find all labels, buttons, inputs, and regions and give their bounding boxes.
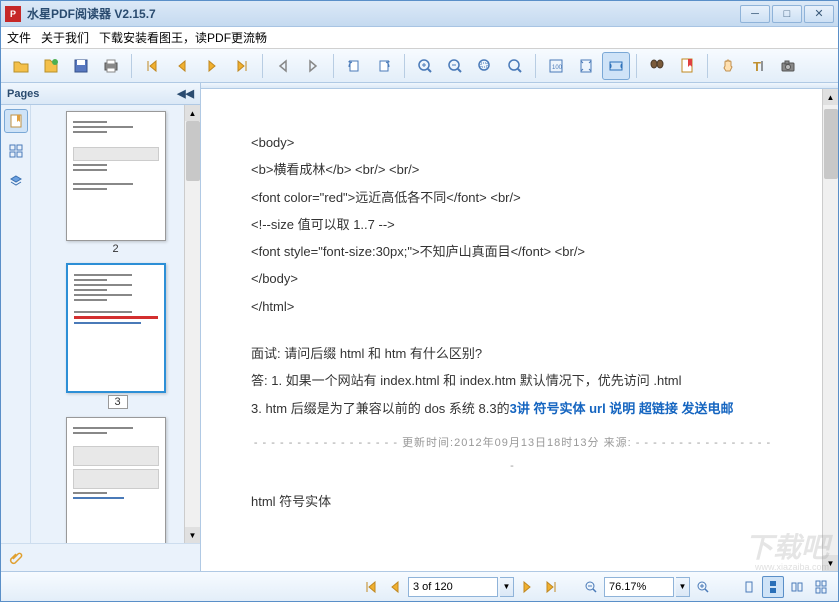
zoom-out-button[interactable] xyxy=(441,52,469,80)
titlebar: P 水星PDF阅读器 V2.15.7 ─ □ ✕ xyxy=(1,1,838,27)
fit-page-button[interactable] xyxy=(572,52,600,80)
text-line: html 符号实体 xyxy=(251,488,774,515)
scroll-down-icon[interactable]: ▼ xyxy=(185,527,200,543)
open-button[interactable] xyxy=(7,52,35,80)
menu-promo[interactable]: 下载安装看图王，读PDF更流畅 xyxy=(99,29,267,46)
svg-text:T: T xyxy=(753,59,761,74)
maximize-button[interactable]: □ xyxy=(772,5,802,23)
text-line: 答: 1. 如果一个网站有 index.html 和 index.htm 默认情… xyxy=(251,367,774,394)
link-text[interactable]: 3讲 符号实体 url 说明 超链接 发送电邮 xyxy=(510,401,734,416)
zoom-selection-button[interactable] xyxy=(471,52,499,80)
pages-panel-header: Pages ◀◀ xyxy=(1,83,200,105)
thumb-num: 3 xyxy=(108,395,128,409)
thumbnail-page-3[interactable]: 3 xyxy=(66,263,166,409)
pages-panel-title: Pages xyxy=(7,88,39,100)
prev-page-button[interactable] xyxy=(168,52,196,80)
code-line: <b>横看成林</b> <br/> <br/> xyxy=(251,156,774,183)
window-title: 水星PDF阅读器 V2.15.7 xyxy=(27,5,740,22)
scroll-up-icon[interactable]: ▲ xyxy=(823,89,838,105)
page-dropdown[interactable]: ▼ xyxy=(500,577,514,597)
save-button[interactable] xyxy=(67,52,95,80)
code-line: <font style="font-size:30px;">不知庐山真面目</f… xyxy=(251,238,774,265)
sidebar: Pages ◀◀ 2 3 xyxy=(1,83,201,571)
meta-line: - - - - - - - - - - - - - - - - - 更新时间:2… xyxy=(251,432,774,478)
viewer-scrollbar[interactable]: ▲ ▼ xyxy=(822,89,838,571)
next-page-button[interactable] xyxy=(198,52,226,80)
thumbnail-page-4[interactable] xyxy=(66,417,166,543)
code-line: <body> xyxy=(251,129,774,156)
menubar: 文件 关于我们 下载安装看图王，读PDF更流畅 xyxy=(1,27,838,49)
view-facing-button[interactable] xyxy=(786,576,808,598)
document-viewport[interactable]: <body> <b>横看成林</b> <br/> <br/> <font col… xyxy=(201,89,838,571)
view-facing-cont-button[interactable] xyxy=(810,576,832,598)
view-single-button[interactable] xyxy=(738,576,760,598)
text-select-button[interactable]: T xyxy=(744,52,772,80)
page-content: <body> <b>横看成林</b> <br/> <br/> <font col… xyxy=(201,89,824,571)
rotate-right-button[interactable] xyxy=(370,52,398,80)
new-button[interactable] xyxy=(37,52,65,80)
find-button[interactable] xyxy=(643,52,671,80)
menu-about[interactable]: 关于我们 xyxy=(41,29,89,46)
code-line: </html> xyxy=(251,293,774,320)
minimize-button[interactable]: ─ xyxy=(740,5,770,23)
thumbnail-page-2[interactable]: 2 xyxy=(66,111,166,255)
zoom-input[interactable]: 76.17% xyxy=(604,577,674,597)
forward-button[interactable] xyxy=(299,52,327,80)
zoom-in-button[interactable] xyxy=(411,52,439,80)
code-line: </body> xyxy=(251,265,774,292)
status-first-button[interactable] xyxy=(360,576,382,598)
app-icon: P xyxy=(5,6,21,22)
close-button[interactable]: ✕ xyxy=(804,5,834,23)
status-zoomout-button[interactable] xyxy=(580,576,602,598)
scroll-thumb[interactable] xyxy=(824,109,838,179)
layers-tab[interactable] xyxy=(4,169,28,193)
zoom-reset-button[interactable] xyxy=(501,52,529,80)
zoom-dropdown[interactable]: ▼ xyxy=(676,577,690,597)
thumb-num: 2 xyxy=(66,243,166,255)
status-next-button[interactable] xyxy=(516,576,538,598)
scroll-down-icon[interactable]: ▼ xyxy=(823,555,838,571)
hand-tool-button[interactable] xyxy=(714,52,742,80)
status-prev-button[interactable] xyxy=(384,576,406,598)
menu-file[interactable]: 文件 xyxy=(7,29,31,46)
actual-size-button[interactable]: 100 xyxy=(542,52,570,80)
statusbar: 3 of 120 ▼ 76.17% ▼ xyxy=(1,571,838,601)
last-page-button[interactable] xyxy=(228,52,256,80)
first-page-button[interactable] xyxy=(138,52,166,80)
fit-width-button[interactable] xyxy=(602,52,630,80)
code-line: <font color="red">远近高低各不同</font> <br/> xyxy=(251,184,774,211)
back-button[interactable] xyxy=(269,52,297,80)
view-continuous-button[interactable] xyxy=(762,576,784,598)
rotate-left-button[interactable] xyxy=(340,52,368,80)
status-last-button[interactable] xyxy=(540,576,562,598)
snapshot-button[interactable] xyxy=(774,52,802,80)
status-zoomin-button[interactable] xyxy=(692,576,714,598)
app-window: P 水星PDF阅读器 V2.15.7 ─ □ ✕ 文件 关于我们 下载安装看图王… xyxy=(0,0,839,602)
thumbnails-list: 2 3 ▲ ▼ xyxy=(31,105,200,543)
text-line: 面试: 请问后缀 html 和 htm 有什么区别? xyxy=(251,340,774,367)
text-line: 3. htm 后缀是为了兼容以前的 dos 系统 8.3的3讲 符号实体 url… xyxy=(251,395,774,422)
bookmarks-tab[interactable] xyxy=(4,109,28,133)
side-tabs xyxy=(1,105,31,543)
attachments-button[interactable] xyxy=(1,543,200,571)
page-input[interactable]: 3 of 120 xyxy=(408,577,498,597)
scroll-thumb[interactable] xyxy=(186,121,200,181)
collapse-panel-button[interactable]: ◀◀ xyxy=(177,87,194,100)
bookmark-button[interactable] xyxy=(673,52,701,80)
print-button[interactable] xyxy=(97,52,125,80)
main-viewer: <body> <b>横看成林</b> <br/> <br/> <font col… xyxy=(201,83,838,571)
svg-text:100: 100 xyxy=(552,65,563,71)
thumbnails-tab[interactable] xyxy=(4,139,28,163)
thumbs-scrollbar[interactable]: ▲ ▼ xyxy=(184,105,200,543)
code-line: <!--size 值可以取 1..7 --> xyxy=(251,211,774,238)
toolbar: 100 T xyxy=(1,49,838,83)
scroll-up-icon[interactable]: ▲ xyxy=(185,105,200,121)
